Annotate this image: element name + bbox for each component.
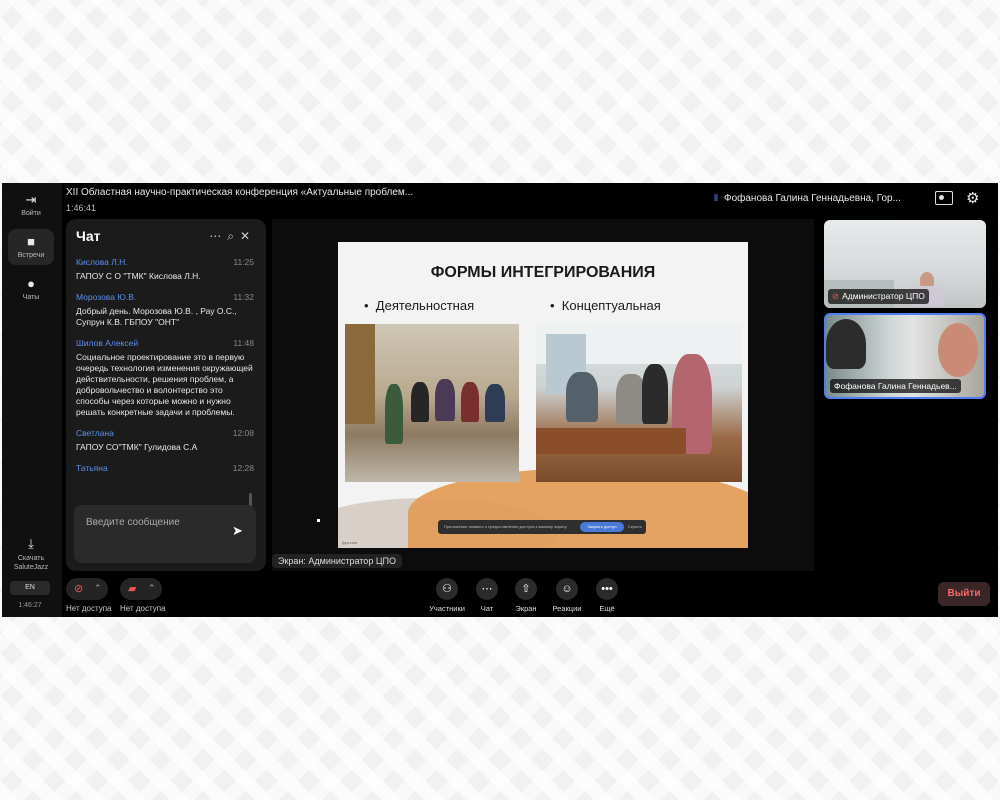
slide-bullet-text: Концептуальная [561,298,661,313]
participants-icon: ⚇ [436,578,458,600]
search-icon[interactable]: ⌕ [227,229,240,243]
mic-off-icon: ⊘ [832,291,840,301]
message-text: Социальное проектирование это в первую о… [76,352,253,417]
active-speaker-name: Фофанова Галина Геннадьевна, Гор... [723,193,901,204]
message-text: ГАПОУ СО"ТМК" Гулидова С.А [76,442,198,452]
hide-notice-button[interactable]: Скрыть [628,524,642,529]
rail-download-label: Скачать SaluteJazz [13,555,49,571]
participant-figure [826,319,866,369]
chat-icon: ⋯ [476,578,498,600]
language-switch[interactable]: EN [10,581,50,595]
message-author: Шилов Алексей [76,338,139,348]
chat-message-input[interactable]: Введите сообщение ➤ [74,505,256,563]
mic-off-icon: ⊘ [74,583,84,595]
message-time: 11:25 [233,257,254,267]
participant-name: Фофанова Галина Геннадьев... [834,381,957,391]
close-icon[interactable]: ✕ [240,229,256,243]
chevron-up-icon[interactable]: ⌃ [94,583,102,594]
reactions-icon: ☺ [556,578,578,600]
rail-chats-button[interactable]: ● Чаты [8,276,54,302]
slide-photo-activity [345,324,519,482]
conference-title: XII Областная научно-практическая конфер… [66,187,414,198]
elapsed-time: 1:46:41 [66,203,97,213]
message-time: 12:28 [232,463,254,473]
message-time: 12:08 [232,428,254,438]
stop-sharing-button[interactable]: Закрыть доступ [580,522,624,532]
more-button[interactable]: ••• Ещё [582,578,632,613]
message-author: Кислова Л.Н. [76,257,128,267]
speaking-icon: ⦀ [714,193,718,203]
participant-figure [938,323,978,377]
chat-message: Кислова Л.Н. 11:25 ГАПОУ С О "ТМК" Кислов… [76,257,254,282]
screen-share-icon: ⇧ [515,578,537,600]
slide-title: ФОРМЫ ИНТЕГРИРОВАНИЯ [430,264,656,281]
more-icon: ••• [596,578,618,600]
rail-clock: 1:46:27 [18,602,42,609]
slide-footer: fppt.com [342,540,358,545]
participant-name-label: Фофанова Галина Геннадьев... [830,379,961,393]
message-time: 11:48 [233,338,254,348]
rail-login-button[interactable]: ⇥ Войти [8,192,54,218]
slide-bullet-text: Деятельностная [375,298,475,313]
participant-tile[interactable]: ⊘ Администратор ЦПО [824,220,986,308]
screen-owner-label: Экран: Администратор ЦПО [272,554,402,568]
rail-login-label: Войти [21,210,41,217]
screen-share-notice: Приложение заявило о предоставлении дост… [438,520,646,534]
rail-download-button[interactable]: ⤓ Скачать SaluteJazz [8,537,54,572]
participants-panel-icon[interactable] [935,191,953,205]
exit-icon: ⇥ [25,192,37,207]
chat-message: Морозова Ю.В. 11:32 Добрый день. Морозова… [76,292,254,328]
chat-input-placeholder: Введите сообщение [86,517,180,528]
participant-tile[interactable]: Фофанова Галина Геннадьев... [824,313,986,399]
shared-screen-stage: ФОРМЫ ИНТЕГРИРОВАНИЯ • Деятельностная • … [272,219,814,571]
more-icon[interactable]: ⋯ [209,229,227,243]
camera-toggle[interactable]: ▰ ⌃ [120,578,162,600]
chat-toolbar: ⋯⌕✕ [209,229,256,244]
rail-chats-label: Чаты [22,294,40,301]
message-time: 11:32 [233,292,254,302]
chat-message: Светлана 12:08 ГАПОУ СО"ТМК" Гулидова С.А [76,428,254,453]
presentation-slide: ФОРМЫ ИНТЕГРИРОВАНИЯ • Деятельностная • … [338,242,748,548]
rail-meetings-label: Встречи [17,252,45,259]
slide-bullet: • Деятельностная [364,298,475,313]
message-author: Светлана [76,428,114,438]
slide-photo-concept [536,324,742,482]
chat-title: Чат [76,228,101,244]
send-icon[interactable]: ➤ [232,523,243,539]
message-text: ГАПОУ С О "ТМК" Кислова Л.Н. [76,271,201,281]
mouse-cursor [317,519,320,522]
message-author: Морозова Ю.В. [76,292,137,302]
chevron-up-icon[interactable]: ⌃ [148,583,156,594]
microphone-toggle[interactable]: ⊘ ⌃ [66,578,108,600]
chat-message: Шилов Алексей 11:48 Социальное проектиров… [76,338,254,418]
more-label: Ещё [599,604,615,613]
slide-bullet: • Концептуальная [550,298,661,313]
leave-meeting-button[interactable]: Выйти [938,582,990,606]
participant-name-label: ⊘ Администратор ЦПО [828,289,929,304]
chat-panel: Чат ⋯⌕✕ Кислова Л.Н. 11:25 ГАПОУ С О "ТМК… [66,219,266,571]
message-text: Добрый день. Морозова Ю.В. , Рау О.С., С… [76,306,237,327]
conference-window: ⇥ Войти ■ Встречи ● Чаты ⤓ Скачать Salut… [2,183,998,617]
rail-meetings-button[interactable]: ■ Встречи [8,229,54,265]
chat-icon: ● [27,276,35,291]
download-icon: ⤓ [28,536,34,551]
active-speaker: ⦀ Фофанова Галина Геннадьевна, Гор... [714,193,901,204]
gear-icon[interactable]: ⚙ [966,189,979,207]
camera-icon: ■ [27,234,35,249]
camera-status: Нет доступа [120,604,166,613]
camera-off-icon: ▰ [128,583,137,595]
microphone-status: Нет доступа [66,604,112,613]
chat-message-list[interactable]: Кислова Л.Н. 11:25 ГАПОУ С О "ТМК" Кислов… [76,257,254,505]
participant-name: Администратор ЦПО [842,291,925,301]
chat-message: Татьяна 12:28 [76,463,254,473]
message-author: Татьяна [76,463,108,473]
share-notice-text: Приложение заявило о предоставлении дост… [444,524,567,529]
left-rail: ⇥ Войти ■ Встречи ● Чаты ⤓ Скачать Salut… [2,183,62,617]
